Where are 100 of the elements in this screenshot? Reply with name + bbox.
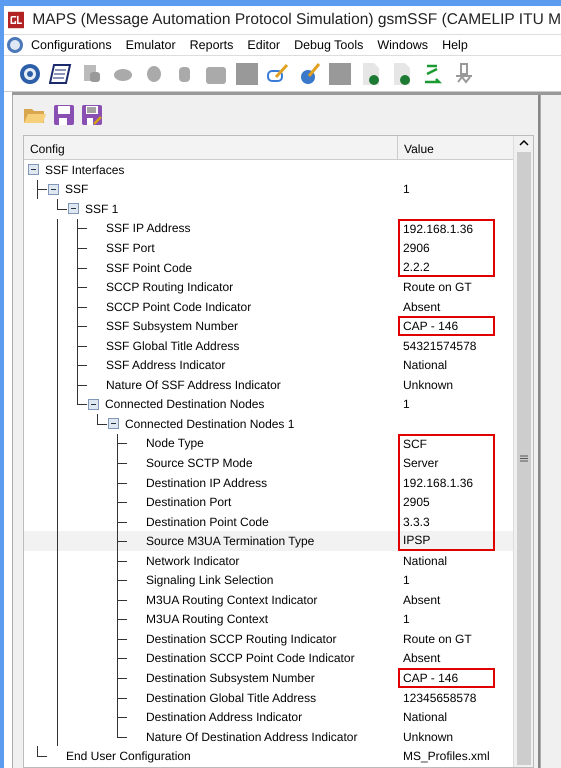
tree-row[interactable]: Destination Address Indicator National — [24, 707, 513, 727]
config-label: Destination Global Title Address — [146, 690, 316, 707]
tree-row[interactable]: Connected Destination Nodes 1 — [24, 414, 513, 434]
config-label: Connected Destination Nodes 1 — [125, 416, 294, 433]
config-label: M3UA Routing Context Indicator — [146, 592, 318, 609]
config-value: Route on GT — [403, 279, 472, 296]
app-menu-icon[interactable] — [6, 36, 24, 54]
config-value: 3.3.3 — [403, 514, 430, 531]
config-label: Node Type — [146, 435, 204, 452]
config-value: 1 — [403, 396, 410, 414]
config-value: Server — [403, 454, 438, 472]
tree-row[interactable]: SSF 1 — [24, 199, 513, 219]
app-logo-icon — [8, 10, 24, 30]
config-value: 2.2.2 — [403, 258, 430, 276]
menu-item[interactable]: Editor — [240, 36, 288, 54]
tree-row[interactable]: Destination SCCP Point Code Indicator Absent — [24, 648, 513, 668]
config-value: 12345658578 — [403, 690, 476, 707]
column-header[interactable]: Value — [398, 136, 440, 159]
tree-row[interactable]: Destination IP Address 192.168.1.36 — [24, 472, 513, 492]
tree-row[interactable]: Destination Subsystem Number CAP - 146 — [24, 668, 513, 688]
square-icon[interactable] — [328, 62, 352, 86]
tree-row[interactable]: SCCP Point Code Indicator Absent — [24, 296, 513, 316]
config-value: 2906 — [403, 240, 430, 257]
menu-item[interactable]: Configurations — [24, 36, 119, 54]
window-title: MAPS (Message Automation Protocol Simulation) gsmSSF (CAMELIP ITU M — [32, 10, 561, 30]
config-label: SSF IP Address — [106, 220, 190, 238]
tree-row[interactable]: Connected Destination Nodes 1 — [24, 394, 513, 414]
config-label: Nature Of SSF Address Indicator — [106, 376, 281, 394]
collapse-icon[interactable] — [88, 398, 99, 410]
tree-row[interactable]: Signaling Link Selection 1 — [24, 570, 513, 590]
config-label: Source M3UA Termination Type — [146, 533, 314, 550]
config-label: Destination Port — [146, 494, 232, 512]
collapse-icon[interactable] — [68, 203, 79, 214]
config-label: Connected Destination Nodes — [105, 396, 264, 414]
config-label: Destination Subsystem Number — [146, 670, 315, 687]
config-label: SSF 1 — [85, 200, 118, 218]
config-label: Nature Of Destination Address Indicator — [146, 728, 358, 746]
tree-row[interactable]: Nature Of SSF Address Indicator Unknown — [24, 375, 513, 395]
config-value: CAP - 146 — [403, 318, 458, 336]
config-label: SSF — [65, 181, 88, 198]
config-value: 192.168.1.36 — [403, 221, 474, 238]
config-value: 54321574578 — [403, 338, 476, 355]
tree-row[interactable]: SCCP Routing Indicator Route on GT — [24, 277, 513, 297]
gear-icon[interactable] — [18, 62, 42, 86]
config-value: National — [403, 709, 448, 726]
tree-row[interactable]: M3UA Routing Context 1 — [24, 610, 513, 630]
save-as-icon[interactable] — [81, 104, 103, 126]
tree-row[interactable]: SSF Subsystem Number CAP - 146 — [24, 316, 513, 336]
config-label: Destination IP Address — [146, 474, 268, 492]
collapse-icon[interactable] — [28, 164, 39, 176]
config-value: Absent — [403, 650, 440, 668]
menu-item[interactable]: Emulator — [118, 36, 183, 54]
config-label: Destination Address Indicator — [146, 709, 302, 726]
tree-row[interactable]: Nature Of Destination Address Indicator Unknown — [24, 726, 513, 746]
config-value: National — [403, 552, 448, 570]
tree-row[interactable]: SSF IP Address 192.168.1.36 — [24, 218, 513, 238]
config-value: Unknown — [403, 376, 454, 394]
config-value: MS_Profiles.xml — [403, 748, 490, 766]
tree-row[interactable]: SSF Interfaces — [24, 160, 513, 180]
tree-row[interactable]: SSF Port 2906 — [24, 238, 513, 258]
tree-row[interactable]: Network Indicator National — [24, 550, 513, 570]
grip-icon — [520, 455, 528, 462]
config-value: 192.168.1.36 — [403, 474, 474, 492]
config-value: 2905 — [403, 494, 430, 512]
config-value: 1 — [403, 572, 410, 590]
config-label: End User Configuration — [66, 748, 191, 766]
config-value: IPSP — [403, 532, 430, 550]
tree-row[interactable]: Source SCTP Mode Server — [24, 453, 513, 473]
menu-item[interactable]: Help — [435, 36, 475, 54]
tree-row[interactable]: End User Configuration MS_Profiles.xml — [24, 746, 513, 766]
config-label: Destination SCCP Point Code Indicator — [146, 650, 355, 668]
tree-row[interactable]: M3UA Routing Context Indicator Absent — [24, 590, 513, 610]
save-icon[interactable] — [53, 104, 75, 126]
menu-item[interactable]: Debug Tools — [287, 36, 370, 54]
tree-row[interactable]: Destination Global Title Address 12345658578 — [24, 688, 513, 708]
config-value: Absent — [403, 298, 440, 316]
scrollbar-thumb[interactable] — [516, 152, 530, 765]
tree-row[interactable]: Node Type SCF — [24, 434, 513, 454]
tree-row[interactable]: SSF 1 — [24, 180, 513, 200]
config-label: SSF Address Indicator — [106, 357, 226, 374]
square-icon[interactable] — [235, 62, 259, 86]
collapse-icon[interactable] — [108, 418, 119, 430]
tree-row[interactable]: SSF Global Title Address 54321574578 — [24, 336, 513, 356]
menu-item[interactable]: Reports — [182, 36, 240, 54]
config-value: SCF — [403, 436, 427, 454]
tree-row[interactable]: SSF Point Code 2.2.2 — [24, 258, 513, 278]
config-value: Route on GT — [403, 630, 472, 648]
config-label: Signaling Link Selection — [146, 572, 274, 590]
column-header[interactable]: Config — [24, 136, 398, 159]
tree-row[interactable]: Source M3UA Termination Type IPSP — [24, 531, 513, 551]
config-value: 1 — [403, 181, 410, 198]
tree-row[interactable]: Destination Port 2905 — [24, 492, 513, 512]
config-value: Unknown — [403, 728, 454, 746]
tree-row[interactable]: Destination SCCP Routing Indicator Route on GT — [24, 629, 513, 649]
collapse-icon[interactable] — [48, 184, 59, 195]
config-label: SSF Interfaces — [45, 162, 124, 179]
menu-item[interactable]: Windows — [370, 36, 436, 54]
config-label: SCCP Point Code Indicator — [106, 298, 252, 316]
config-label: SCCP Routing Indicator — [106, 279, 234, 296]
tree-row[interactable]: SSF Address Indicator National — [24, 355, 513, 376]
